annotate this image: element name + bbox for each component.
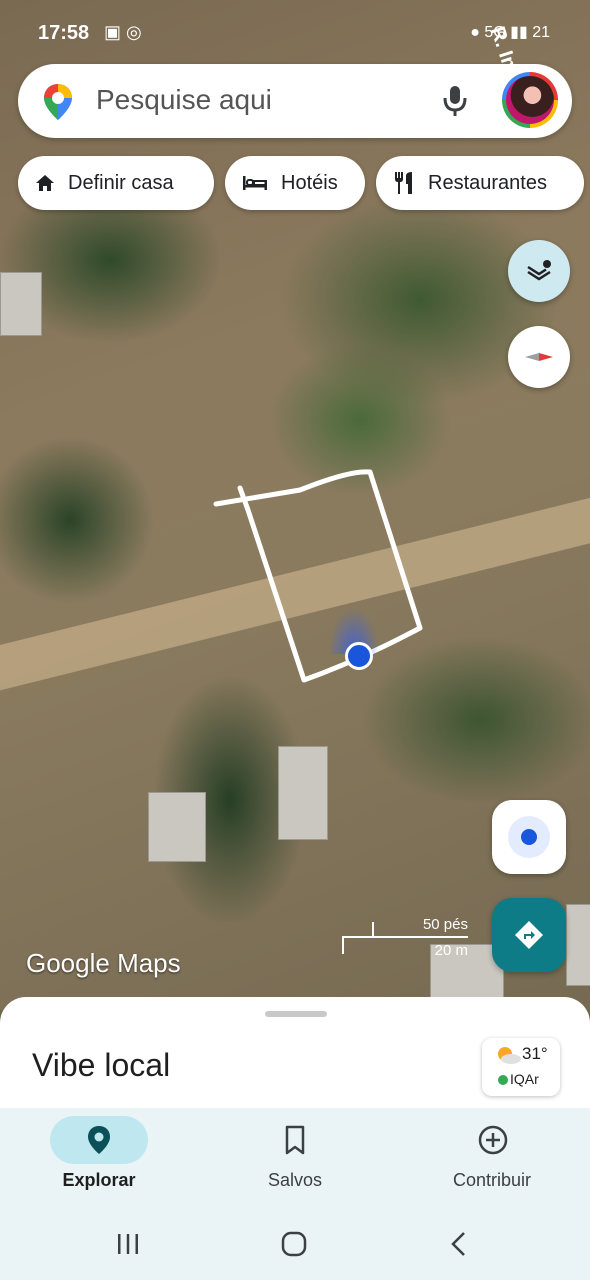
- map-scale: 50 pés 20 m: [342, 916, 472, 962]
- chip-label: Hotéis: [281, 171, 338, 194]
- my-location-button[interactable]: [492, 800, 566, 874]
- weather-card[interactable]: 31° IQAr: [482, 1038, 560, 1096]
- tab-salvos[interactable]: Salvos: [225, 1108, 365, 1216]
- chip-restaurantes[interactable]: Restaurantes: [376, 156, 584, 210]
- explore-pin-icon: [88, 1126, 110, 1154]
- bed-icon: [243, 176, 267, 190]
- search-bar[interactable]: Pesquise aqui: [18, 64, 572, 138]
- scale-tick: [342, 936, 344, 954]
- my-location-icon: [508, 816, 550, 858]
- scale-metric: 20 m: [434, 942, 468, 959]
- weather-temperature: 31°: [522, 1044, 548, 1063]
- sheet-drag-handle[interactable]: [265, 1011, 327, 1017]
- maps-pin-icon: [40, 82, 76, 127]
- system-navigation-bar: [0, 1216, 590, 1280]
- google-maps-logo: Google Maps: [26, 948, 181, 978]
- scale-tick: [372, 922, 374, 938]
- tab-explorar[interactable]: Explorar: [29, 1108, 169, 1216]
- home-icon: [36, 175, 54, 191]
- recent-apps-icon[interactable]: [114, 1230, 142, 1258]
- layers-icon: [527, 260, 551, 281]
- air-quality-label: IQAr: [510, 1071, 539, 1087]
- directions-icon: [515, 921, 543, 949]
- bookmark-icon: [285, 1125, 305, 1155]
- chip-label: Restaurantes: [428, 171, 547, 194]
- directions-button[interactable]: [492, 898, 566, 972]
- tab-label: Explorar: [62, 1170, 136, 1190]
- scale-bar: [342, 936, 468, 938]
- status-left-icons: ▣ ◎: [104, 22, 142, 42]
- chip-label: Definir casa: [68, 171, 174, 194]
- chip-definir-casa[interactable]: Definir casa: [18, 156, 214, 210]
- bottom-navigation: Explorar Salvos Contribuir: [0, 1108, 590, 1216]
- tab-contribuir[interactable]: Contribuir: [422, 1108, 562, 1216]
- compass-button[interactable]: [508, 326, 570, 388]
- restaurant-icon: [395, 172, 412, 194]
- status-time: 17:58: [38, 22, 90, 44]
- tab-label: Salvos: [267, 1170, 323, 1190]
- partly-cloudy-icon: [498, 1047, 521, 1064]
- add-circle-icon: [478, 1125, 508, 1155]
- scale-imperial: 50 pés: [422, 916, 468, 933]
- search-input[interactable]: Pesquise aqui: [96, 84, 272, 116]
- tab-label: Contribuir: [452, 1170, 532, 1190]
- microphone-icon[interactable]: [442, 84, 468, 123]
- chip-hoteis[interactable]: Hotéis: [225, 156, 365, 210]
- current-location-dot: [345, 642, 373, 670]
- profile-avatar[interactable]: [502, 72, 558, 128]
- back-icon[interactable]: [446, 1230, 474, 1258]
- home-nav-icon[interactable]: [280, 1230, 308, 1258]
- layers-button[interactable]: [508, 240, 570, 302]
- sheet-title: Vibe local: [32, 1047, 171, 1083]
- compass-icon: [525, 353, 553, 361]
- air-quality-dot: [498, 1075, 508, 1085]
